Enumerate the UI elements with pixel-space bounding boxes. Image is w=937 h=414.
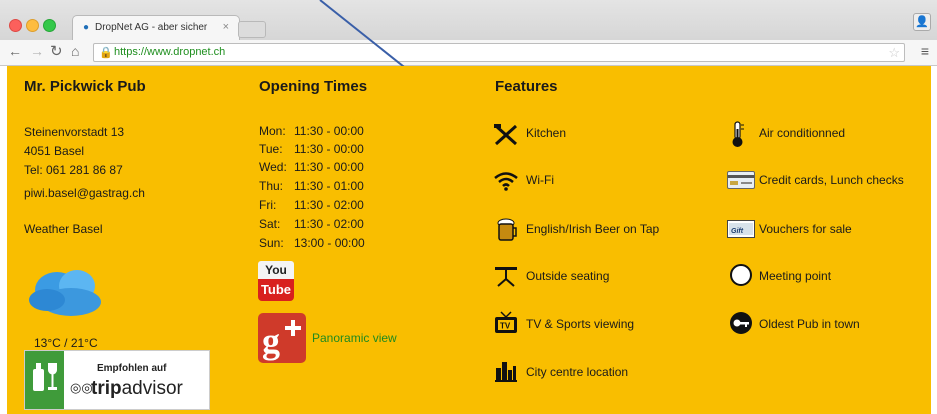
feature-kitchen: Kitchen	[526, 126, 567, 140]
feature-vouchers: Vouchers for sale	[759, 222, 852, 236]
temperature: 13°C / 21°C	[34, 336, 98, 350]
panoramic-view-link[interactable]: Panoramic view	[312, 331, 397, 345]
tv-icon: TV	[495, 311, 517, 333]
tripadvisor-green-block	[25, 351, 64, 409]
svg-text:g: g	[262, 321, 280, 361]
tripadvisor-badge[interactable]: Empfohlen auf ◎◎ tripadvisor	[24, 350, 210, 410]
circle-icon	[730, 264, 752, 286]
feature-city-centre: City centre location	[526, 365, 629, 379]
tripadvisor-logo-text: tripadvisor	[91, 378, 183, 400]
feature-tv: TV & Sports viewing	[526, 317, 635, 331]
feature-beer: English/Irish Beer on Tap	[526, 222, 660, 236]
cloud-icon	[29, 270, 101, 316]
pub-email[interactable]: piwi.basel@gastrag.ch	[24, 186, 145, 200]
tripadvisor-brand-rest: advisor	[121, 378, 183, 399]
page-content: Mr. Pickwick Pub Steinenvorstadt 13 4051…	[7, 66, 931, 414]
opening-row: Wed: 11:30 - 00:00	[259, 160, 364, 174]
city-icon	[495, 362, 517, 382]
opening-row: Fri: 11:30 - 02:00	[259, 198, 364, 212]
pub-heading: Mr. Pickwick Pub	[24, 78, 146, 95]
key-icon	[730, 312, 752, 334]
feature-air-conditioned: Air conditionned	[759, 126, 846, 140]
feature-outside-seating: Outside seating	[526, 269, 610, 283]
opening-heading: Opening Times	[259, 78, 368, 95]
pub-phone: Tel: 061 281 86 87	[24, 163, 123, 177]
svg-text:Gift: Gift	[731, 228, 744, 235]
opening-row: Sat: 11:30 - 02:00	[259, 217, 364, 231]
wifi-icon	[494, 172, 518, 191]
svg-text:TV: TV	[500, 322, 511, 331]
pub-street: Steinenvorstadt 13	[24, 125, 125, 139]
opening-row: Sun: 13:00 - 00:00	[259, 236, 365, 250]
youtube-button[interactable]: You Tube	[258, 261, 294, 301]
opening-row: Mon: 11:30 - 00:00	[259, 124, 364, 138]
google-plus-icon: g	[258, 313, 306, 363]
opening-row: Thu: 11:30 - 01:00	[259, 179, 364, 193]
table-icon	[495, 267, 517, 287]
tripadvisor-top-text: Empfohlen auf	[97, 363, 167, 374]
feature-oldest-pub: Oldest Pub in town	[759, 317, 860, 331]
opening-row: Tue: 11:30 - 00:00	[259, 142, 364, 156]
youtube-bottom-label: Tube	[258, 279, 294, 301]
feature-wifi: Wi-Fi	[526, 173, 554, 187]
cutlery-icon	[494, 124, 518, 146]
weather-label[interactable]: Weather Basel	[24, 222, 103, 236]
owl-icon: ◎◎	[70, 380, 93, 395]
tripadvisor-brand-bold: trip	[91, 378, 122, 399]
beer-tap-icon	[497, 218, 517, 241]
wine-bottle-icon	[33, 363, 57, 391]
pub-city: 4051 Basel	[24, 144, 85, 158]
credit-card-icon	[727, 171, 755, 189]
google-plus-button[interactable]: g	[258, 313, 306, 363]
feature-meeting-point: Meeting point	[759, 269, 832, 283]
youtube-top-label: You	[258, 261, 294, 279]
features-heading: Features	[495, 78, 558, 95]
thermometer-icon	[732, 121, 744, 147]
voucher-icon: Gift	[727, 220, 755, 238]
feature-credit-cards: Credit cards, Lunch checks	[759, 173, 904, 187]
